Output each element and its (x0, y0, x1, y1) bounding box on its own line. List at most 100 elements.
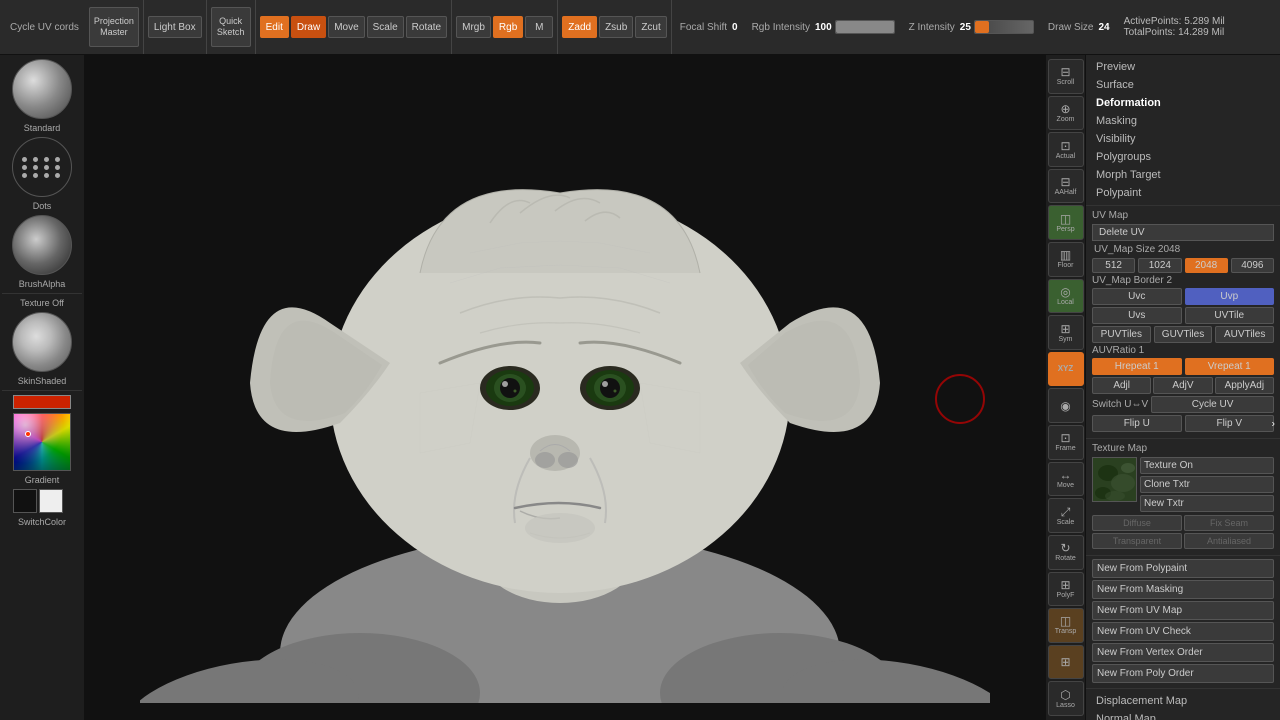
z-intensity-slider[interactable] (974, 20, 1034, 34)
yoda-3d-render (140, 73, 990, 703)
zcut-btn[interactable]: Zcut (635, 16, 666, 38)
new-from-masking-btn[interactable]: New From Masking (1092, 580, 1274, 599)
focal-shift-label: Focal Shift (678, 22, 729, 33)
frame-btn[interactable]: ⊡ Frame (1048, 425, 1084, 460)
m-btn[interactable]: M (525, 16, 553, 38)
size-2048-btn[interactable]: 2048 (1185, 258, 1228, 273)
zadd-btn[interactable]: Zadd (562, 16, 597, 38)
aahalf-btn[interactable]: ⊟ AAHalf (1048, 169, 1084, 204)
hrepeat-btn[interactable]: Hrepeat 1 (1092, 358, 1182, 375)
rgb-intensity-group: Rgb Intensity 100 (744, 20, 901, 34)
actual-icon: ⊡ (1060, 140, 1070, 152)
uvp-btn[interactable]: Uvp (1185, 288, 1275, 305)
top-bar: Cycle UV cords ProjectionMaster Light Bo… (0, 0, 1280, 55)
vrepeat-btn[interactable]: Vrepeat 1 (1185, 358, 1275, 375)
rgb-btn[interactable]: Rgb (493, 16, 523, 38)
diffuse-btn[interactable]: Diffuse (1092, 515, 1182, 531)
color-spectrum[interactable] (13, 413, 71, 471)
new-from-polypaint-btn[interactable]: New From Polypaint (1092, 559, 1274, 578)
polyf-btn[interactable]: ⊞ PolyF (1048, 572, 1084, 607)
adjl-btn[interactable]: Adjl (1092, 377, 1151, 394)
texture-on-btn[interactable]: Texture On (1140, 457, 1274, 474)
scroll-btn[interactable]: ⊟ Scroll (1048, 59, 1084, 94)
fix-seam-btn[interactable]: Fix Seam (1184, 515, 1274, 531)
uv-size-label: UV_Map Size 2048 (1092, 244, 1182, 255)
projection-master-btn[interactable]: ProjectionMaster (89, 7, 139, 47)
foreground-color-indicator[interactable] (13, 395, 71, 409)
scale-rail-btn[interactable]: ⤢ Scale (1048, 498, 1084, 533)
edit-btn[interactable]: Edit (260, 16, 289, 38)
standard-brush-preview[interactable] (12, 59, 72, 119)
auvtiles-btn[interactable]: AUVTiles (1215, 326, 1274, 343)
lightbox-btn[interactable]: Light Box (148, 16, 202, 38)
alpha-brush-label: BrushAlpha (19, 279, 66, 289)
puvtiles-btn[interactable]: PUVTiles (1092, 326, 1151, 343)
transp-btn[interactable]: ◫ Transp (1048, 608, 1084, 643)
viewport[interactable] (85, 55, 1045, 720)
sym-btn[interactable]: ⊞ Sym (1048, 315, 1084, 350)
nav-polygroups[interactable]: Polygroups (1092, 148, 1274, 166)
auvr-label: AUVRatio 1 (1092, 345, 1274, 356)
transparent-btn[interactable]: Transparent (1092, 533, 1182, 549)
nav-morph-target[interactable]: Morph Target (1092, 166, 1274, 184)
delete-uv-btn[interactable]: Delete UV (1092, 224, 1274, 241)
move-btn[interactable]: Move (328, 16, 364, 38)
xyz-icon: XYZ (1058, 365, 1074, 373)
xyz-btn[interactable]: XYZ (1048, 352, 1084, 387)
clone-txtr-btn[interactable]: Clone Txtr (1140, 476, 1274, 493)
lasso-btn[interactable]: ⬡ Lasso (1048, 681, 1084, 716)
nav-preview[interactable]: Preview (1092, 58, 1274, 76)
persp-btn[interactable]: ◫ Persp (1048, 205, 1084, 240)
nav-surface[interactable]: Surface (1092, 76, 1274, 94)
size-4096-btn[interactable]: 4096 (1231, 258, 1274, 273)
new-from-poly-order-btn[interactable]: New From Poly Order (1092, 664, 1274, 683)
actual-btn[interactable]: ⊡ Actual (1048, 132, 1084, 167)
rgb-intensity-slider[interactable] (835, 20, 895, 34)
dots-brush-preview[interactable] (12, 137, 72, 197)
floor-btn[interactable]: ▥ Floor (1048, 242, 1084, 277)
nav-polypaint[interactable]: Polypaint (1092, 184, 1274, 202)
draw-btn[interactable]: Draw (291, 16, 326, 38)
uvs-btn[interactable]: Uvs (1092, 307, 1182, 324)
black-swatch[interactable] (13, 489, 37, 513)
new-txtr-btn[interactable]: New Txtr (1140, 495, 1274, 512)
rotate-rail-label: Rotate (1055, 555, 1076, 562)
quick-sketch-btn[interactable]: Quick Sketch (211, 7, 251, 47)
alpha-brush-preview[interactable] (12, 215, 72, 275)
zsub-btn[interactable]: Zsub (599, 16, 633, 38)
antialiased-btn[interactable]: Antialiased (1184, 533, 1274, 549)
guvtiles-btn[interactable]: GUVTiles (1154, 326, 1213, 343)
size-512-btn[interactable]: 512 (1092, 258, 1135, 273)
skin-shaded-preview[interactable] (12, 312, 72, 372)
flip-v-btn[interactable]: Flip V › (1185, 415, 1275, 432)
frame-icon: ⊡ (1060, 432, 1070, 444)
rotate-btn[interactable]: Rotate (406, 16, 447, 38)
nav-visibility[interactable]: Visibility (1092, 130, 1274, 148)
uvtile-btn[interactable]: UVTile (1185, 307, 1275, 324)
apply-adj-btn[interactable]: ApplyAdj (1215, 377, 1274, 394)
local-btn[interactable]: ◎ Local (1048, 279, 1084, 314)
move-rail-btn[interactable]: ↔ Move (1048, 462, 1084, 497)
left-sidebar: Standard Dots BrushAlpha Texture Off Ski… (0, 55, 85, 720)
nav-deformation[interactable]: Deformation (1092, 94, 1274, 112)
adjv-btn[interactable]: AdjV (1153, 377, 1212, 394)
cycle-uv-btn[interactable]: Cycle UV (1151, 396, 1274, 413)
displacement-map-title[interactable]: Displacement Map (1092, 692, 1274, 710)
ghost-btn[interactable]: ⊞ (1048, 645, 1084, 680)
normal-map-title[interactable]: Normal Map (1092, 710, 1274, 720)
new-from-vertex-order-btn[interactable]: New From Vertex Order (1092, 643, 1274, 662)
zoom-btn[interactable]: ⊕ Zoom (1048, 96, 1084, 131)
texture-thumbnail[interactable] (1092, 457, 1137, 502)
new-from-uv-map-btn[interactable]: New From UV Map (1092, 601, 1274, 620)
size-1024-btn[interactable]: 1024 (1138, 258, 1181, 273)
mrgb-btn[interactable]: Mrgb (456, 16, 491, 38)
rotate-rail-btn[interactable]: ↻ Rotate (1048, 535, 1084, 570)
light-btn[interactable]: ◉ (1048, 388, 1084, 423)
flip-u-btn[interactable]: Flip U (1092, 415, 1182, 432)
new-from-uv-check-btn[interactable]: New From UV Check (1092, 622, 1274, 641)
white-swatch[interactable] (39, 489, 63, 513)
uvc-btn[interactable]: Uvc (1092, 288, 1182, 305)
nav-masking[interactable]: Masking (1092, 112, 1274, 130)
nav-section: Preview Surface Deformation Masking Visi… (1086, 55, 1280, 206)
scale-btn[interactable]: Scale (367, 16, 404, 38)
